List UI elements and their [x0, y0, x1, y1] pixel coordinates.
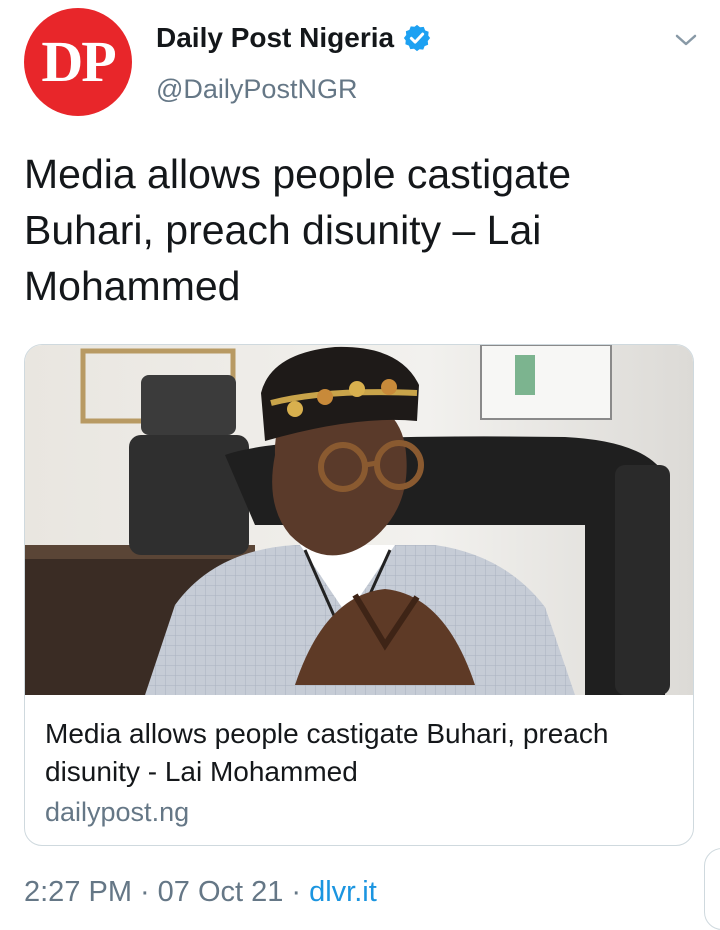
chevron-down-icon[interactable] [672, 30, 700, 50]
card-domain: dailypost.ng [45, 797, 190, 827]
display-name[interactable]: Daily Post Nigeria [156, 22, 394, 54]
card-title: Media allows people castigate Buhari, pr… [45, 718, 609, 787]
tweet-time[interactable]: 2:27 PM [24, 876, 132, 908]
avatar-logo-text: DP [41, 29, 116, 94]
account-name-row: Daily Post Nigeria [156, 22, 432, 54]
link-preview-card[interactable]: Media allows people castigate Buhari, pr… [24, 344, 694, 846]
meta-separator: · [291, 876, 302, 908]
avatar[interactable]: DP [24, 8, 132, 116]
tweet-meta: 2:27 PM · 07 Oct 21 · dlvr.it [24, 876, 377, 909]
card-image [25, 345, 693, 695]
tweet-date[interactable]: 07 Oct 21 [158, 876, 284, 908]
account-handle[interactable]: @DailyPostNGR [156, 74, 357, 105]
verified-badge-icon [403, 24, 431, 52]
tweet-text: Media allows people castigate Buhari, pr… [24, 151, 571, 309]
meta-separator: · [140, 876, 150, 908]
tweet-source-link[interactable]: dlvr.it [309, 876, 377, 908]
